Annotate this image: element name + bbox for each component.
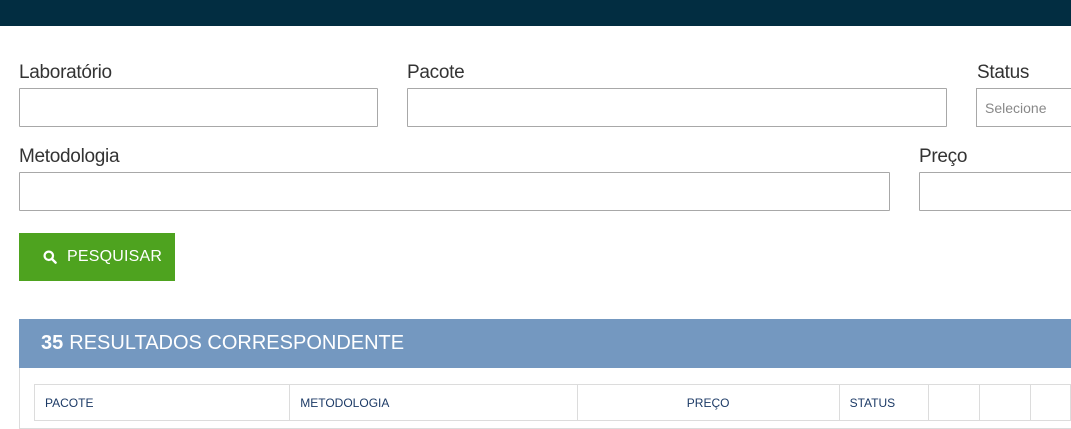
results-header: 35 RESULTADOS CORRESPONDENTE (19, 319, 1071, 368)
col-action-2 (979, 384, 1032, 421)
col-pacote[interactable]: PACOTE (33, 384, 291, 421)
metodologia-label: Metodologia (19, 146, 120, 167)
search-button-label: PESQUISAR (67, 248, 163, 265)
results-count: 35 (41, 332, 64, 354)
status-select[interactable]: Selecione (976, 88, 1071, 127)
preco-input[interactable] (919, 172, 1071, 211)
preco-label: Preço (919, 146, 968, 167)
laboratorio-label: Laboratório (19, 62, 112, 83)
col-action-3 (1030, 384, 1071, 421)
metodologia-input[interactable] (19, 172, 890, 211)
results-table: PACOTE METODOLOGIA PREÇO STATUS (33, 384, 1071, 421)
col-action-1 (927, 384, 981, 421)
col-metodologia[interactable]: METODOLOGIA (289, 384, 578, 421)
top-navbar (0, 0, 1071, 26)
pacote-label: Pacote (407, 62, 465, 83)
status-selected-value: Selecione (985, 99, 1047, 116)
search-icon (43, 250, 57, 264)
col-status[interactable]: STATUS (838, 384, 930, 421)
status-label: Status (977, 62, 1030, 83)
col-preco[interactable]: PREÇO (576, 384, 840, 421)
laboratorio-input[interactable] (19, 88, 378, 127)
pacote-input[interactable] (407, 88, 947, 127)
search-button[interactable]: PESQUISAR (19, 233, 175, 281)
table-header-row: PACOTE METODOLOGIA PREÇO STATUS (33, 384, 1071, 421)
results-label: RESULTADOS CORRESPONDENTE (69, 332, 405, 354)
